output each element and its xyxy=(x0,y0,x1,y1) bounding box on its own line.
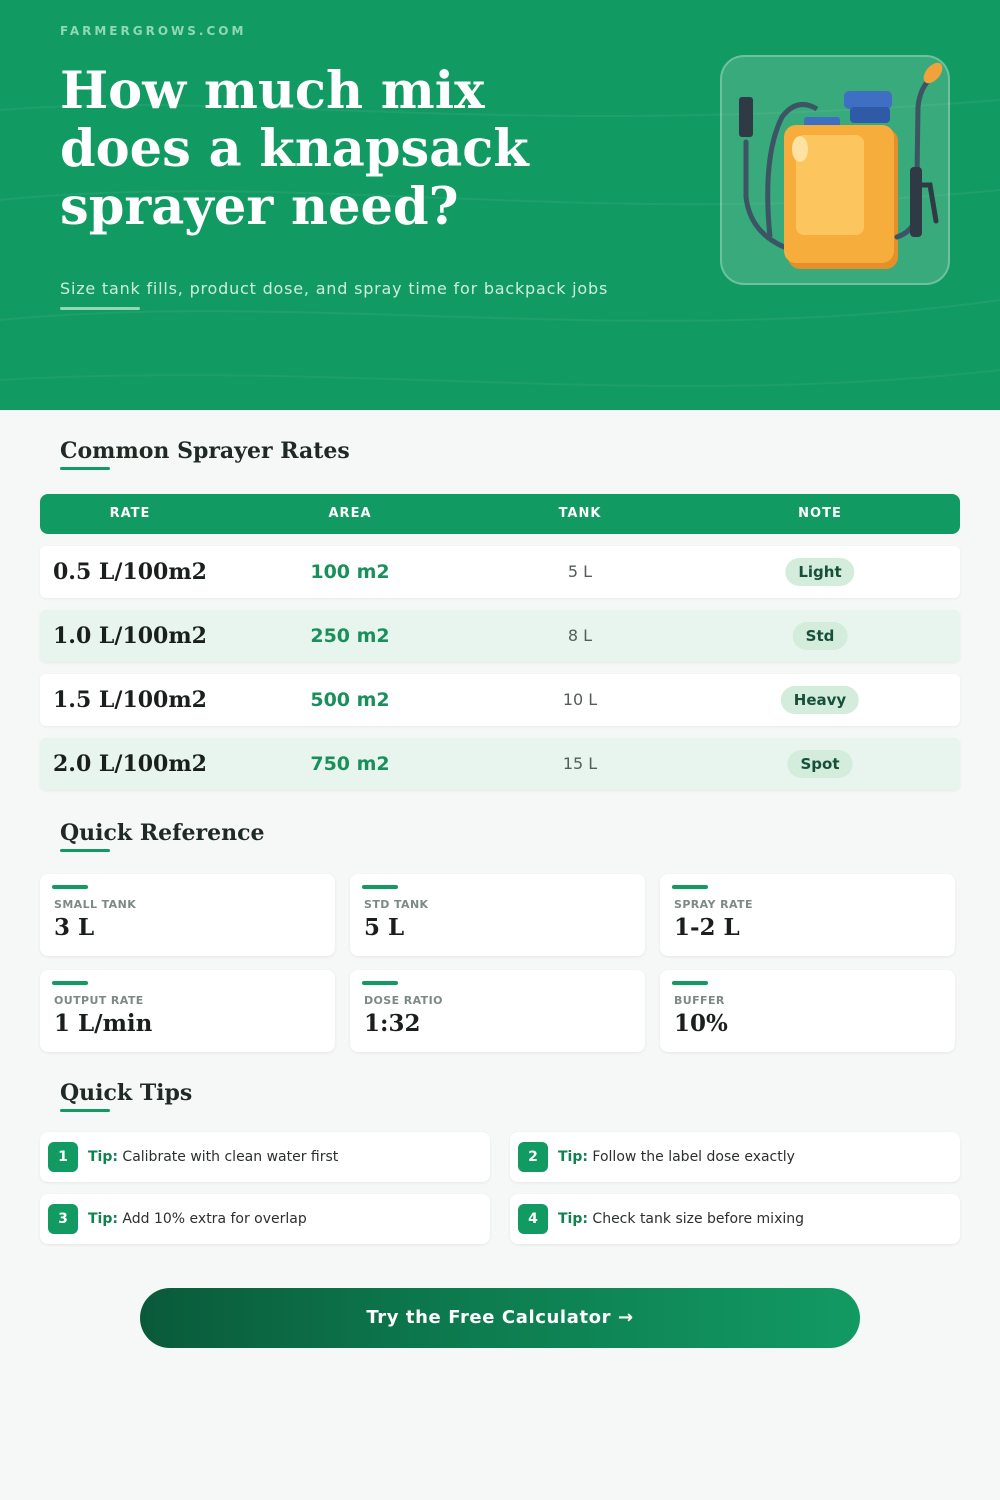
subtitle-underline xyxy=(60,307,140,310)
rates-title-underline xyxy=(60,467,110,470)
card-label: OUTPUT RATE xyxy=(54,994,144,1007)
column-header-rate: RATE xyxy=(109,506,151,521)
knapsack-sprayer-icon xyxy=(739,62,943,269)
tip-text: Tip: Calibrate with clean water first xyxy=(88,1132,338,1182)
card-accent-bar xyxy=(362,885,398,889)
column-header-area: AREA xyxy=(328,506,372,521)
reference-section-title: Quick Reference xyxy=(60,820,265,846)
card-label: SMALL TANK xyxy=(54,898,137,911)
note-badge: Std xyxy=(792,622,848,650)
hero-image-frame xyxy=(720,55,950,285)
rates-section-title: Common Sprayer Rates xyxy=(60,438,350,464)
tip-number-badge: 4 xyxy=(518,1204,548,1234)
column-header-note: NOTE xyxy=(798,506,842,521)
tank-cell: 15 L xyxy=(562,754,598,773)
tip-body: Calibrate with clean water first xyxy=(122,1149,339,1165)
tip-item: 1 Tip: Calibrate with clean water first xyxy=(40,1132,490,1182)
card-value: 1 L/min xyxy=(54,1010,153,1037)
card-label: BUFFER xyxy=(674,994,725,1007)
tips-section-title: Quick Tips xyxy=(60,1080,193,1106)
column-header-tank: TANK xyxy=(558,506,602,521)
tip-item: 3 Tip: Add 10% extra for overlap xyxy=(40,1194,490,1244)
note-badge: Heavy xyxy=(780,686,860,714)
reference-card-spray-rate: SPRAY RATE 1-2 L xyxy=(660,874,955,956)
area-cell: 750 m2 xyxy=(310,753,390,775)
note-badge: Light xyxy=(785,558,855,586)
rate-cell: 1.5 L/100m2 xyxy=(53,687,207,713)
tip-prefix: Tip: xyxy=(88,1149,118,1165)
rate-cell: 0.5 L/100m2 xyxy=(53,559,207,585)
reference-card-small-tank: SMALL TANK 3 L xyxy=(40,874,335,956)
tip-text: Tip: Add 10% extra for overlap xyxy=(88,1194,307,1244)
tip-number-badge: 3 xyxy=(48,1204,78,1234)
tip-prefix: Tip: xyxy=(558,1211,588,1227)
rate-cell: 2.0 L/100m2 xyxy=(53,751,207,777)
card-accent-bar xyxy=(362,981,398,985)
area-cell: 250 m2 xyxy=(310,625,390,647)
tip-number-badge: 1 xyxy=(48,1142,78,1172)
card-accent-bar xyxy=(672,981,708,985)
card-value: 1:32 xyxy=(364,1010,421,1037)
table-row: 2.0 L/100m2 750 m2 15 L Spot xyxy=(40,738,960,790)
tip-body: Follow the label dose exactly xyxy=(592,1149,795,1165)
area-cell: 100 m2 xyxy=(310,561,390,583)
card-value: 10% xyxy=(674,1010,728,1037)
table-row: 1.5 L/100m2 500 m2 10 L Heavy xyxy=(40,674,960,726)
card-label: SPRAY RATE xyxy=(674,898,753,911)
card-label: STD TANK xyxy=(364,898,429,911)
tank-cell: 10 L xyxy=(562,690,598,709)
rates-table-header: RATE AREA TANK NOTE xyxy=(40,494,960,534)
tip-text: Tip: Follow the label dose exactly xyxy=(558,1132,795,1182)
reference-card-output-rate: OUTPUT RATE 1 L/min xyxy=(40,970,335,1052)
card-accent-bar xyxy=(52,981,88,985)
hero-banner: FARMERGROWS.COM How much mix does a knap… xyxy=(0,0,1000,410)
tip-number-badge: 2 xyxy=(518,1142,548,1172)
reference-title-underline xyxy=(60,849,110,852)
site-name: FARMERGROWS.COM xyxy=(60,24,247,38)
tip-prefix: Tip: xyxy=(558,1149,588,1165)
tips-title-underline xyxy=(60,1109,110,1112)
tank-cell: 5 L xyxy=(567,562,593,581)
card-value: 3 L xyxy=(54,914,95,941)
tip-item: 4 Tip: Check tank size before mixing xyxy=(510,1194,960,1244)
free-calculator-button[interactable]: Try the Free Calculator → xyxy=(140,1288,860,1348)
page-subtitle: Size tank fills, product dose, and spray… xyxy=(60,279,609,298)
area-cell: 500 m2 xyxy=(310,689,390,711)
reference-card-buffer: BUFFER 10% xyxy=(660,970,955,1052)
tank-cell: 8 L xyxy=(567,626,593,645)
tip-body: Add 10% extra for overlap xyxy=(122,1211,307,1227)
page-title: How much mix does a knapsack sprayer nee… xyxy=(60,61,529,237)
table-row: 0.5 L/100m2 100 m2 5 L Light xyxy=(40,546,960,598)
reference-card-std-tank: STD TANK 5 L xyxy=(350,874,645,956)
tip-prefix: Tip: xyxy=(88,1211,118,1227)
card-value: 5 L xyxy=(364,914,405,941)
reference-card-dose-ratio: DOSE RATIO 1:32 xyxy=(350,970,645,1052)
tip-text: Tip: Check tank size before mixing xyxy=(558,1194,804,1244)
card-accent-bar xyxy=(52,885,88,889)
tip-item: 2 Tip: Follow the label dose exactly xyxy=(510,1132,960,1182)
note-badge: Spot xyxy=(787,750,853,778)
rate-cell: 1.0 L/100m2 xyxy=(53,623,207,649)
table-row: 1.0 L/100m2 250 m2 8 L Std xyxy=(40,610,960,662)
tip-body: Check tank size before mixing xyxy=(592,1211,805,1227)
card-value: 1-2 L xyxy=(674,914,740,941)
card-label: DOSE RATIO xyxy=(364,994,443,1007)
card-accent-bar xyxy=(672,885,708,889)
